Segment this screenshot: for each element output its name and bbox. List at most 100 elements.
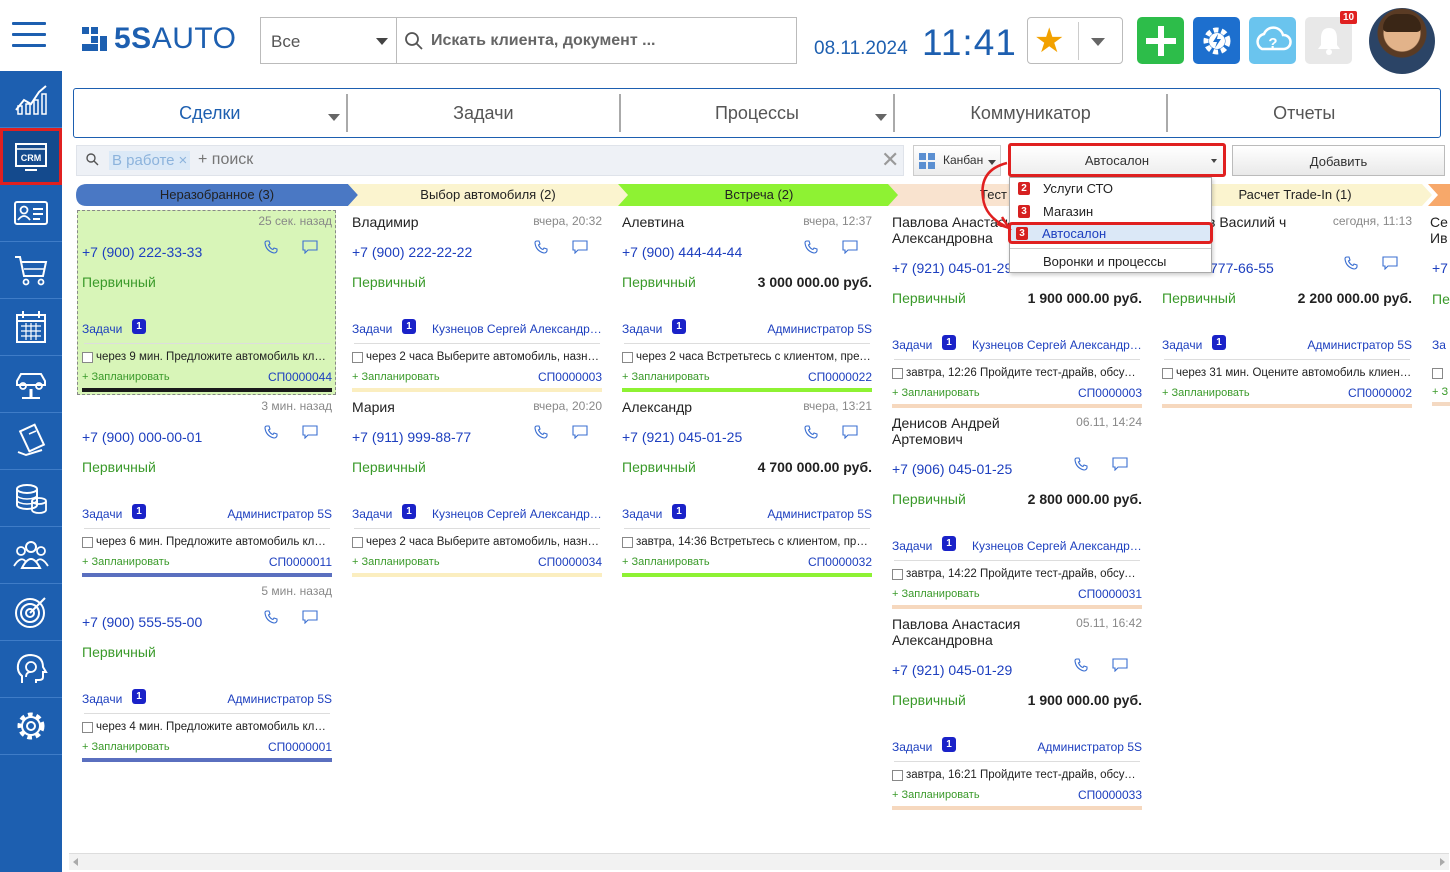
- task-item[interactable]: через 2 часа Выберите автомобиль, назнач…: [352, 351, 602, 363]
- phone-icon[interactable]: [1074, 658, 1088, 672]
- tasks-link[interactable]: Задачи: [1162, 338, 1202, 352]
- task-checkbox[interactable]: [352, 352, 363, 363]
- chat-icon[interactable]: [302, 610, 318, 625]
- task-item[interactable]: завтра, 14:36 Встретьтесь с клиентом, пр…: [622, 536, 872, 548]
- deal-card[interactable]: Александр вчера, 13:21 +7 (921) 045-01-25 П…: [620, 395, 872, 580]
- schedule-task-link[interactable]: + Запланировать: [82, 556, 170, 568]
- stage-header-car-choice[interactable]: Выбор автомобиля (2): [348, 184, 628, 206]
- sidebar-item-team[interactable]: [0, 527, 62, 584]
- notifications-button[interactable]: [1305, 17, 1352, 64]
- task-checkbox[interactable]: [82, 722, 93, 733]
- tab-processes[interactable]: Процессы: [621, 94, 895, 132]
- deal-card[interactable]: 3 мин. назад +7 (900) 000-00-01 Первичный З…: [80, 395, 332, 580]
- task-item[interactable]: завтра, 14:22 Пройдите тест-драйв, обсуд…: [892, 568, 1142, 580]
- sidebar-item-goals[interactable]: [0, 584, 62, 641]
- deal-code[interactable]: СП0000022: [808, 370, 872, 384]
- funnel-option-shop[interactable]: 3 Магазин: [1010, 201, 1211, 223]
- sidebar-item-crm[interactable]: CRM: [0, 128, 62, 185]
- partial-task-checkbox[interactable]: [1432, 368, 1443, 379]
- client-phone[interactable]: +7 (911) 999-88-77: [352, 429, 471, 445]
- task-checkbox[interactable]: [82, 352, 93, 363]
- partial-card-plan[interactable]: + З: [1432, 386, 1448, 398]
- deal-code[interactable]: СП0000033: [1078, 788, 1142, 802]
- tab-communicator[interactable]: Коммуникатор: [895, 94, 1169, 132]
- task-checkbox[interactable]: [892, 569, 903, 580]
- partial-card-name[interactable]: Се Ив: [1430, 214, 1448, 246]
- sidebar-item-settings[interactable]: [0, 698, 62, 755]
- tasks-link[interactable]: Задачи: [82, 692, 122, 706]
- deal-code[interactable]: СП0000003: [538, 370, 602, 384]
- client-phone[interactable]: +7 (900) 444-44-44: [622, 244, 742, 260]
- chat-icon[interactable]: [302, 240, 318, 255]
- deal-assignee[interactable]: Администратор 5S: [767, 507, 872, 521]
- schedule-task-link[interactable]: + Запланировать: [1162, 387, 1250, 399]
- deal-card[interactable]: Павлова Анастасия Александровна 05.11, 16…: [890, 612, 1142, 810]
- chat-icon[interactable]: [572, 240, 588, 255]
- task-item[interactable]: завтра, 12:26 Пройдите тест-драйв, обсуд…: [892, 367, 1142, 379]
- deal-assignee[interactable]: Администратор 5S: [1037, 740, 1142, 754]
- sidebar-item-finance[interactable]: [0, 470, 62, 527]
- task-checkbox[interactable]: [1162, 368, 1173, 379]
- tasks-link[interactable]: Задачи: [892, 338, 932, 352]
- client-phone[interactable]: +7 (900) 222-33-33: [82, 244, 202, 260]
- stage-header-unsorted[interactable]: Неразобранное (3): [76, 184, 358, 206]
- task-checkbox[interactable]: [622, 352, 633, 363]
- task-item[interactable]: завтра, 16:21 Пройдите тест-драйв, обсуд…: [892, 769, 1142, 781]
- client-phone[interactable]: +7 (906) 045-01-25: [892, 461, 1012, 477]
- scroll-left-icon[interactable]: [73, 858, 78, 866]
- task-item[interactable]: через 6 мин. Предложите автомобиль клиен…: [82, 536, 332, 548]
- sidebar-item-service[interactable]: [0, 356, 62, 413]
- client-phone[interactable]: +7 (921) 045-01-29: [892, 260, 1012, 276]
- schedule-task-link[interactable]: + Запланировать: [352, 556, 440, 568]
- task-item[interactable]: через 31 мин. Оцените автомобиль клиента…: [1162, 367, 1412, 379]
- schedule-task-link[interactable]: + Запланировать: [892, 387, 980, 399]
- tab-reports[interactable]: Отчеты: [1168, 94, 1440, 132]
- schedule-task-link[interactable]: + Запланировать: [622, 556, 710, 568]
- client-phone[interactable]: +7 (900) 000-00-01: [82, 429, 202, 445]
- client-phone[interactable]: 777-66-55: [1210, 260, 1274, 276]
- phone-icon[interactable]: [804, 425, 818, 439]
- schedule-task-link[interactable]: + Запланировать: [82, 371, 170, 383]
- deal-code[interactable]: СП0000044: [268, 370, 332, 384]
- schedule-task-link[interactable]: + Запланировать: [622, 371, 710, 383]
- schedule-task-link[interactable]: + Запланировать: [892, 588, 980, 600]
- phone-icon[interactable]: [1344, 256, 1358, 270]
- deal-card[interactable]: Алевтина вчера, 12:37 +7 (900) 444-44-44 Пе…: [620, 210, 872, 395]
- phone-icon[interactable]: [264, 425, 278, 439]
- partial-card-phone[interactable]: +7: [1432, 260, 1448, 276]
- global-search-input[interactable]: [431, 32, 786, 50]
- phone-icon[interactable]: [534, 425, 548, 439]
- deal-code[interactable]: СП0000034: [538, 555, 602, 569]
- phone-icon[interactable]: [534, 240, 548, 254]
- stage-header-meeting[interactable]: Встреча (2): [618, 184, 900, 206]
- funnel-option-manage[interactable]: Воронки и процессы: [1010, 251, 1211, 273]
- tasks-link[interactable]: Задачи: [622, 322, 662, 336]
- sidebar-item-analytics[interactable]: [0, 71, 62, 128]
- main-menu-button[interactable]: [12, 22, 46, 48]
- deal-assignee[interactable]: Кузнецов Сергей Александров...: [432, 507, 602, 521]
- chat-icon[interactable]: [842, 240, 858, 255]
- task-item[interactable]: через 2 часа Выберите автомобиль, назнач…: [352, 536, 602, 548]
- deal-assignee[interactable]: Администратор 5S: [227, 507, 332, 521]
- sidebar-item-contacts[interactable]: [0, 185, 62, 242]
- stage-header-next[interactable]: [1428, 184, 1450, 206]
- schedule-task-link[interactable]: + Запланировать: [892, 789, 980, 801]
- chat-icon[interactable]: [1112, 457, 1128, 472]
- client-phone[interactable]: +7 (921) 045-01-25: [622, 429, 742, 445]
- tasks-link[interactable]: Задачи: [892, 740, 932, 754]
- chat-icon[interactable]: [1112, 658, 1128, 673]
- deal-code[interactable]: СП0000011: [269, 555, 332, 569]
- task-checkbox[interactable]: [82, 537, 93, 548]
- task-checkbox[interactable]: [892, 368, 903, 379]
- user-avatar[interactable]: [1369, 8, 1435, 74]
- task-item[interactable]: через 2 часа Встретьтесь с клиентом, пре…: [622, 351, 872, 363]
- tasks-link[interactable]: Задачи: [82, 507, 122, 521]
- schedule-task-link[interactable]: + Запланировать: [82, 741, 170, 753]
- favorites-button[interactable]: ★: [1027, 17, 1123, 64]
- deal-card[interactable]: Мария вчера, 20:20 +7 (911) 999-88-77 Перви…: [350, 395, 602, 580]
- tab-tasks[interactable]: Задачи: [348, 94, 622, 132]
- scroll-right-icon[interactable]: [1440, 858, 1445, 866]
- deal-card[interactable]: Денисов Андрей Артемович 06.11, 14:24 +7 (…: [890, 411, 1142, 609]
- help-button[interactable]: ?: [1249, 17, 1296, 64]
- clear-filter-icon[interactable]: ✕: [881, 147, 899, 173]
